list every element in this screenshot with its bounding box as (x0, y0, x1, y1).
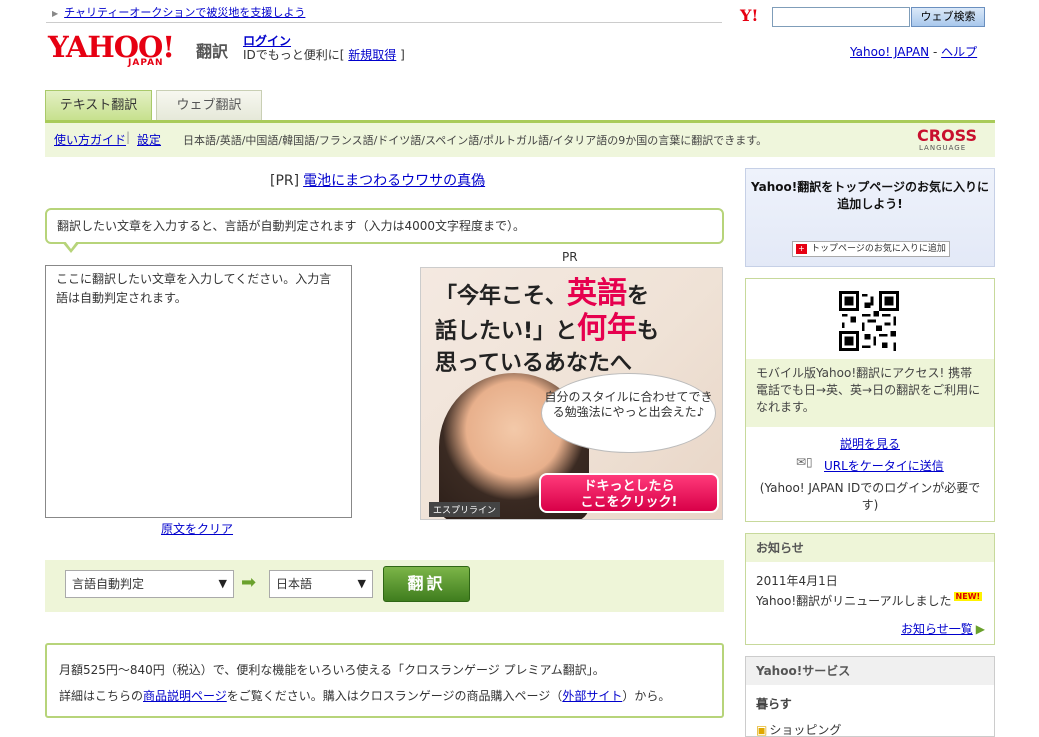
ad-line1-a: 「今年こそ、 (435, 284, 568, 309)
ad-line2-a: 話したい!」と (435, 319, 578, 344)
product-description-link[interactable]: 商品説明ページ (143, 689, 227, 703)
premium-line2: 詳細はこちらの商品説明ページをご覧ください。購入はクロスランゲージの商品購入ペー… (59, 683, 710, 709)
register-link[interactable]: 新規取得 (348, 48, 396, 62)
mobile-explain-link[interactable]: 説明を見る (840, 437, 900, 451)
help-link[interactable]: ヘルプ (941, 45, 977, 59)
external-site-link[interactable]: 外部サイト (562, 689, 622, 703)
news-item-text: Yahoo!翻訳がリニューアルしました (756, 594, 952, 608)
target-language-value: 日本語 (276, 577, 313, 591)
usage-guide-link[interactable]: 使い方ガイド (54, 131, 126, 148)
favorite-title: Yahoo!翻訳をトップページのお気に入りに追加しよう! (751, 180, 989, 211)
yahoo-logo-japan: JAPAN (128, 58, 164, 68)
tab-web-translation[interactable]: ウェブ翻訳 (156, 90, 262, 121)
news-list-link[interactable]: お知らせ一覧 (901, 622, 973, 636)
service-name: 翻訳 (196, 42, 229, 61)
services-heading: Yahoo!サービス (746, 657, 994, 685)
ad-speech-bubble: 自分のスタイルに合わせてできる勉強法にやっと出会えた♪ (541, 373, 716, 453)
add-favorite-label: トップページのお気に入りに追加 (811, 244, 946, 254)
send-url-to-mobile-link[interactable]: URLをケータイに送信 (824, 457, 944, 474)
ad-label: PR (562, 250, 578, 264)
web-search-button[interactable]: ウェブ検索 (911, 7, 985, 27)
charity-link[interactable]: チャリティーオークションで被災地を支援しよう (64, 6, 305, 19)
cross-language-logo[interactable]: CROSS (917, 128, 977, 144)
ad-line2-c: も (637, 319, 660, 344)
pr-line: [PR] 電池にまつわるウワサの真偽 (270, 170, 485, 190)
supported-languages-text: 日本語/英語/中国語/韓国語/フランス語/ドイツ語/スペイン語/ポルトガル語/イ… (183, 134, 768, 147)
bubble-tail-inner (65, 241, 77, 249)
id-prefix: IDでもっと便利に[ (243, 48, 345, 62)
premium-line2-b: をご覧ください。購入はクロスランゲージの商品購入ページ（ (226, 689, 563, 703)
ad-line1-c: を (627, 284, 650, 309)
ad-button-line1: ドキっとしたら (583, 479, 675, 494)
triangle-icon: ▶ (52, 9, 59, 18)
charity-banner: ▶ チャリティーオークションで被災地を支援しよう (52, 4, 305, 20)
mobile-description: モバイル版Yahoo!翻訳にアクセス! 携帯電話でも日→英、英→日の翻訳をご利用… (746, 359, 994, 427)
ad-click-button[interactable]: ドキっとしたら ここをクリック! (539, 473, 719, 513)
chevron-down-icon: ▼ (357, 577, 366, 590)
news-date: 2011年4月1日 (756, 574, 838, 588)
news-list-link-wrapper: お知らせ一覧 ▶ (901, 620, 985, 637)
source-language-select[interactable]: 言語自動判定 ▼ (65, 570, 234, 598)
yahoo-services-box: Yahoo!サービス 暮らす ▣ ショッピング (745, 656, 995, 737)
arrow-right-icon: ▶ (975, 622, 985, 636)
plus-icon: + (796, 244, 807, 254)
news-box: お知らせ 2011年4月1日 Yahoo!翻訳がリニューアルしました NEW! お… (745, 533, 995, 645)
shopping-bag-icon: ▣ (756, 723, 768, 737)
id-register-line: IDでもっと便利に[ 新規取得 ] (243, 46, 405, 63)
ad-line1-b: 英語 (567, 276, 628, 311)
arrow-right-icon: ➡ (241, 572, 257, 593)
english-lesson-ad[interactable]: 「今年こそ、英語を 話したい!」と何年も 思っているあなたへ 自分のスタイルに合… (420, 267, 723, 520)
news-heading: お知らせ (746, 534, 994, 562)
mail-phone-icon: ✉▯ (796, 455, 813, 469)
translate-button[interactable]: 翻訳 (383, 566, 470, 602)
pr-link[interactable]: 電池にまつわるウワサの真偽 (303, 173, 485, 189)
qr-code-icon (839, 291, 899, 351)
link-separator: - (932, 45, 938, 59)
premium-info-box: 月額525円〜840円（税込）で、便利な機能をいろいろ使える「クロスランゲージ … (45, 643, 724, 718)
premium-line2-c: ）から。 (622, 689, 671, 703)
mobile-access-box: モバイル版Yahoo!翻訳にアクセス! 携帯電話でも日→英、英→日の翻訳をご利用… (745, 278, 995, 522)
translation-controls: 言語自動判定 ▼ ➡ 日本語 ▼ 翻訳 (45, 560, 724, 612)
yahoo-search-logo: Y! (740, 6, 759, 25)
instruction-bubble: 翻訳したい文章を入力すると、言語が自動判定されます（入力は4000文字程度まで）… (45, 208, 724, 244)
nav-divider: | (126, 130, 131, 144)
mobile-how-wrapper: 説明を見る (746, 435, 994, 452)
source-text-input[interactable] (45, 265, 352, 518)
news-item: Yahoo!翻訳がリニューアルしました NEW! (756, 592, 983, 609)
ad-line2-b: 何年 (577, 311, 638, 346)
cross-language-logo-sub: LANGUAGE (919, 144, 967, 152)
services-category: 暮らす (756, 697, 792, 711)
chevron-down-icon: ▼ (218, 577, 227, 590)
yahoo-japan-link[interactable]: Yahoo! JAPAN (850, 45, 929, 59)
id-suffix: ] (400, 48, 405, 62)
add-favorite-box: Yahoo!翻訳をトップページのお気に入りに追加しよう! + トップページのお気… (745, 168, 995, 267)
header-divider (46, 22, 722, 23)
search-input[interactable] (772, 7, 910, 27)
sub-nav-bar: 使い方ガイド | 設定 日本語/英語/中国語/韓国語/フランス語/ドイツ語/スペ… (45, 120, 995, 157)
ad-button-line2: ここをクリック! (580, 495, 678, 510)
target-language-select[interactable]: 日本語 ▼ (269, 570, 373, 598)
mobile-login-note: (Yahoo! JAPAN IDでのログインが必要です) (759, 481, 981, 512)
top-right-links: Yahoo! JAPAN - ヘルプ (850, 43, 977, 60)
premium-line2-a: 詳細はこちらの (59, 689, 144, 703)
new-badge: NEW! (953, 592, 983, 601)
premium-line1: 月額525円〜840円（税込）で、便利な機能をいろいろ使える「クロスランゲージ … (59, 663, 605, 677)
add-favorite-button[interactable]: + トップページのお気に入りに追加 (792, 241, 950, 257)
settings-link[interactable]: 設定 (137, 131, 161, 148)
clear-source-link[interactable]: 原文をクリア (161, 520, 233, 537)
shopping-link-wrapper: ▣ ショッピング (756, 721, 841, 737)
source-language-value: 言語自動判定 (72, 577, 145, 591)
shopping-link[interactable]: ショッピング (769, 723, 841, 737)
pr-prefix: [PR] (270, 173, 300, 189)
tab-text-translation[interactable]: テキスト翻訳 (45, 90, 152, 121)
ad-headline: 「今年こそ、英語を 話したい!」と何年も 思っているあなたへ (435, 278, 659, 380)
ad-brand-tag: エスプリライン (429, 502, 501, 517)
